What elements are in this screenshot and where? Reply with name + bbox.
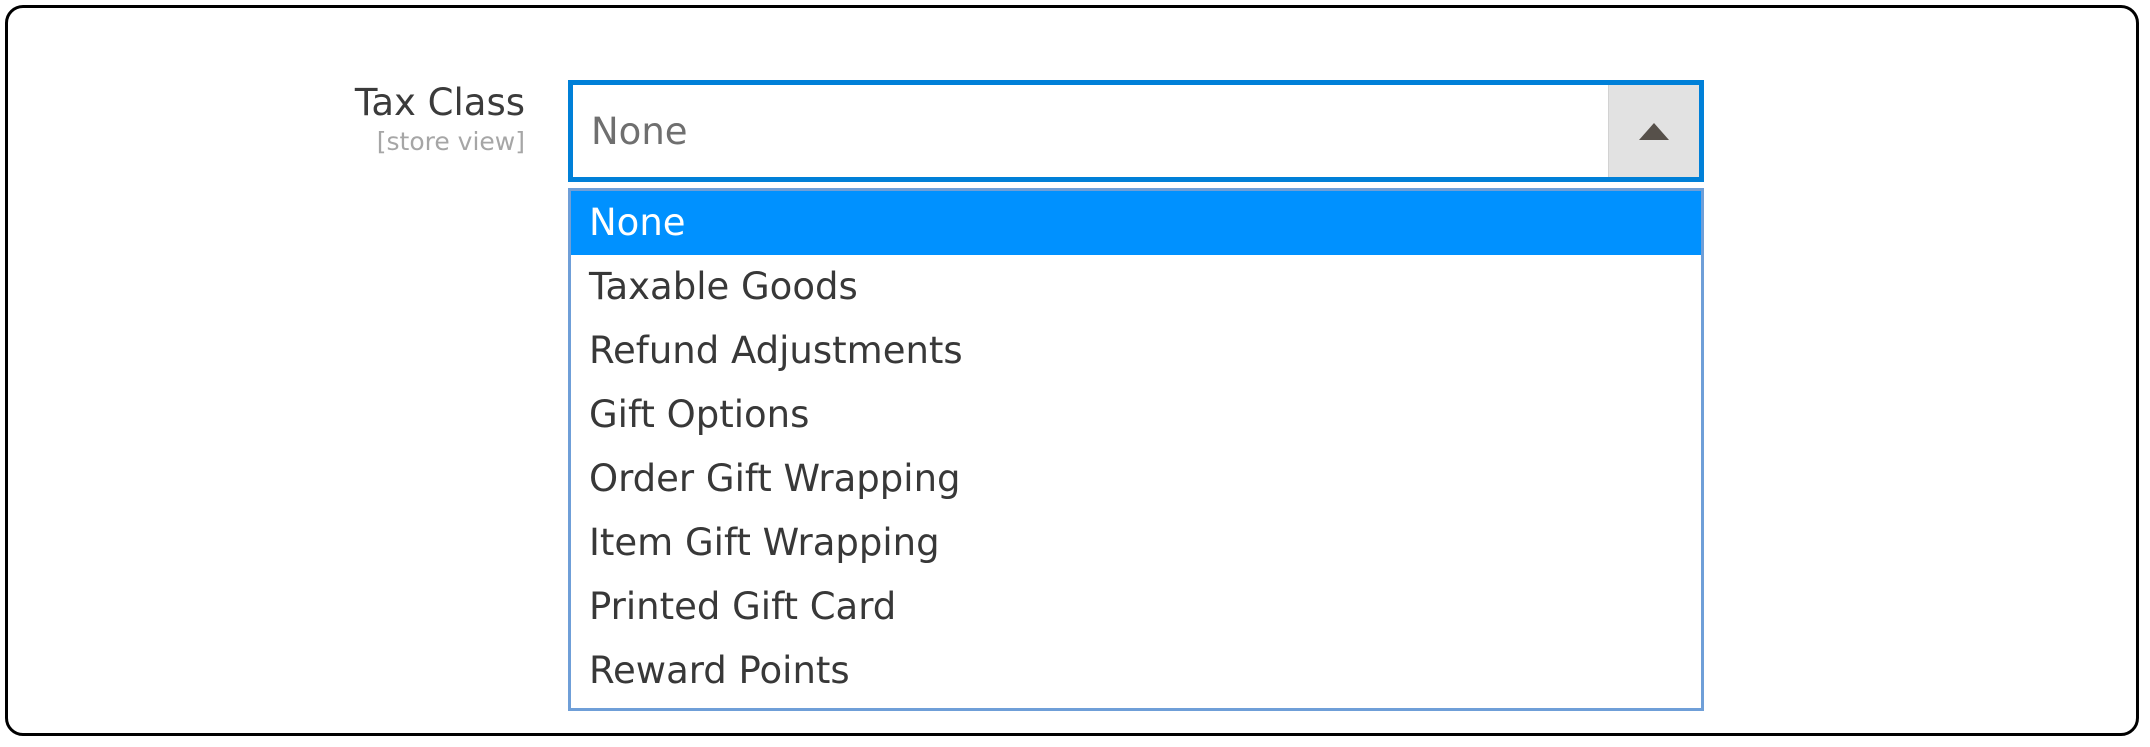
option-item[interactable]: Reward Points xyxy=(571,639,1701,703)
option-item[interactable]: None xyxy=(571,191,1701,255)
select-toggle-button[interactable] xyxy=(1608,85,1699,177)
option-item[interactable]: Refund Adjustments xyxy=(571,319,1701,383)
tax-class-select[interactable]: None xyxy=(568,80,1704,182)
caret-up-icon xyxy=(1639,122,1669,140)
option-item[interactable]: Item Gift Wrapping xyxy=(571,511,1701,575)
option-item[interactable]: Order Gift Wrapping xyxy=(571,447,1701,511)
screenshot-canvas: Tax Class [store view] None None Taxable … xyxy=(0,0,2150,747)
tax-class-option-list[interactable]: None Taxable Goods Refund Adjustments Gift … xyxy=(568,188,1704,711)
field-scope-note: [store view] xyxy=(376,127,525,156)
field-label-text: Tax Class xyxy=(354,81,525,124)
option-item[interactable]: Printed Gift Card xyxy=(571,575,1701,639)
select-selected-value[interactable]: None xyxy=(573,85,1608,177)
tax-class-field-label: Tax Class [store view] xyxy=(120,82,525,156)
option-item[interactable]: Taxable Goods xyxy=(571,255,1701,319)
option-item[interactable]: Gift Options xyxy=(571,383,1701,447)
